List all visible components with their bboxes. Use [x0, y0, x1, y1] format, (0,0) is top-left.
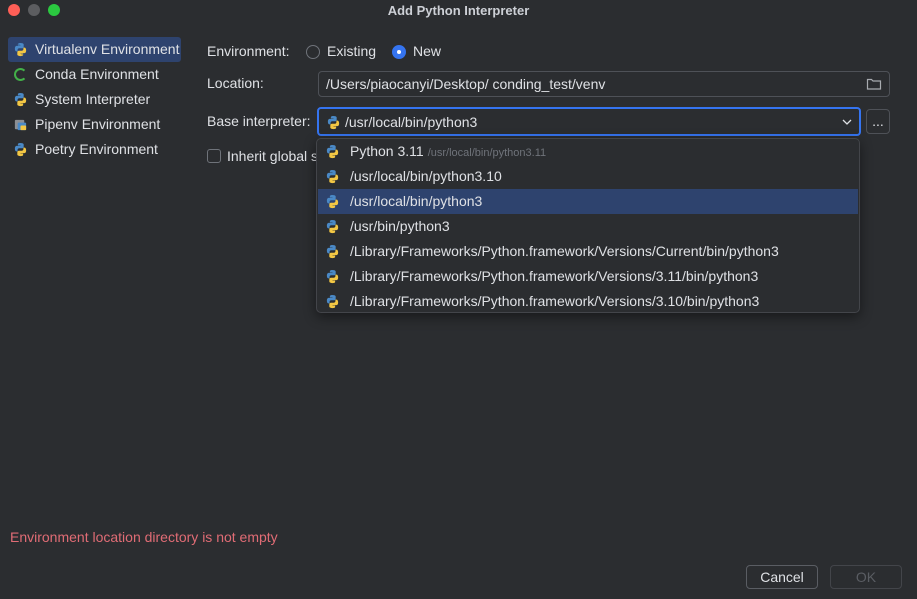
- dropdown-item-python311[interactable]: Python 3.11/usr/local/bin/python3.11: [318, 139, 858, 164]
- python-icon: [326, 219, 339, 234]
- sidebar-item-pipenv[interactable]: Pipenv Environment: [8, 112, 184, 137]
- existing-radio-label[interactable]: Existing: [327, 43, 376, 59]
- environment-type-sidebar: Virtualenv Environment Conda Environment…: [8, 37, 184, 162]
- interpreter-dropdown-list: Python 3.11/usr/local/bin/python3.11 /us…: [316, 138, 860, 313]
- python-icon: [14, 92, 27, 107]
- dropdown-item-usr-bin-python3[interactable]: /usr/bin/python3: [318, 214, 858, 239]
- existing-radio[interactable]: [306, 45, 320, 59]
- browse-interpreter-button[interactable]: ...: [866, 109, 890, 134]
- python-icon: [326, 169, 339, 184]
- python-icon: [326, 294, 339, 309]
- window-title: Add Python Interpreter: [387, 3, 530, 18]
- location-label: Location:: [207, 75, 264, 91]
- dropdown-item-framework-311[interactable]: /Library/Frameworks/Python.framework/Ver…: [318, 264, 858, 289]
- new-radio[interactable]: [392, 45, 406, 59]
- python-icon: [326, 244, 339, 259]
- location-value: /Users/piaocanyi/Desktop/ conding_test/v…: [326, 76, 606, 92]
- python-icon: [327, 115, 340, 130]
- dropdown-item-local-python3[interactable]: /usr/local/bin/python3: [318, 189, 858, 214]
- pipenv-icon: [14, 119, 27, 131]
- sidebar-item-label: System Interpreter: [35, 91, 151, 107]
- new-radio-label[interactable]: New: [413, 43, 441, 59]
- sidebar-item-virtualenv[interactable]: Virtualenv Environment: [8, 37, 181, 62]
- dropdown-item-framework-current[interactable]: /Library/Frameworks/Python.framework/Ver…: [318, 239, 858, 264]
- base-interpreter-label: Base interpreter:: [207, 113, 311, 129]
- error-message: Environment location directory is not em…: [10, 529, 278, 545]
- sidebar-item-label: Pipenv Environment: [35, 116, 161, 132]
- sidebar-item-conda[interactable]: Conda Environment: [8, 62, 184, 87]
- inherit-global-site-packages-label[interactable]: Inherit global s: [227, 148, 318, 164]
- base-interpreter-combobox[interactable]: /usr/local/bin/python3: [317, 107, 861, 136]
- base-interpreter-value: /usr/local/bin/python3: [345, 114, 478, 130]
- sidebar-item-poetry[interactable]: Poetry Environment: [8, 137, 184, 162]
- dropdown-item-label: /Library/Frameworks/Python.framework/Ver…: [350, 268, 759, 284]
- folder-icon[interactable]: [866, 77, 882, 91]
- python-icon: [326, 269, 339, 284]
- conda-icon: [14, 68, 27, 81]
- python-icon: [326, 194, 339, 209]
- environment-label: Environment:: [207, 43, 290, 59]
- dropdown-item-framework-310[interactable]: /Library/Frameworks/Python.framework/Ver…: [318, 289, 858, 314]
- sidebar-item-label: Poetry Environment: [35, 141, 158, 157]
- python-icon: [326, 144, 339, 159]
- dropdown-item-label: /Library/Frameworks/Python.framework/Ver…: [350, 293, 760, 309]
- sidebar-item-system-interpreter[interactable]: System Interpreter: [8, 87, 184, 112]
- chevron-down-icon[interactable]: [842, 118, 852, 126]
- dropdown-item-label: /usr/local/bin/python3: [350, 193, 483, 209]
- dropdown-item-label: /usr/local/bin/python3.10: [350, 168, 502, 184]
- dropdown-item-path: /usr/local/bin/python3.11: [427, 147, 547, 159]
- sidebar-item-label: Conda Environment: [35, 66, 159, 82]
- sidebar-item-label: Virtualenv Environment: [35, 41, 180, 57]
- python-icon: [14, 42, 27, 57]
- title-bar: Add Python Interpreter: [0, 0, 917, 22]
- inherit-global-site-packages-checkbox[interactable]: [207, 149, 221, 163]
- dropdown-item-label: Python 3.11: [350, 143, 424, 159]
- cancel-button[interactable]: Cancel: [746, 565, 818, 589]
- location-input[interactable]: /Users/piaocanyi/Desktop/ conding_test/v…: [318, 71, 890, 97]
- ok-button[interactable]: OK: [830, 565, 902, 589]
- python-icon: [14, 142, 27, 157]
- dropdown-item-label: /Library/Frameworks/Python.framework/Ver…: [350, 243, 779, 259]
- dropdown-item-python310[interactable]: /usr/local/bin/python3.10: [318, 164, 858, 189]
- dropdown-item-label: /usr/bin/python3: [350, 218, 450, 234]
